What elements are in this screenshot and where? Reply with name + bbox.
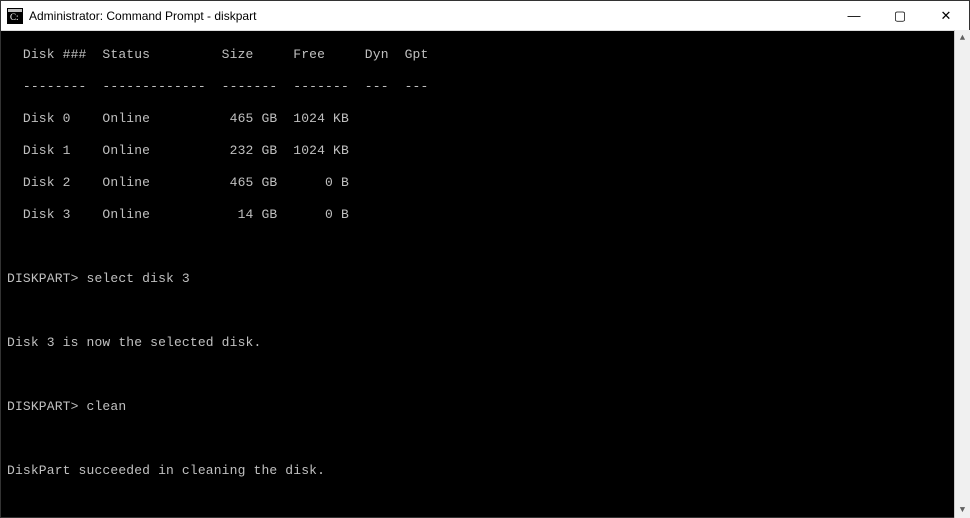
prompt: DISKPART>	[7, 271, 87, 286]
cmd-icon: C:	[7, 8, 23, 24]
maximize-button[interactable]: ▢	[877, 1, 923, 30]
scroll-down-icon[interactable]: ▼	[955, 502, 970, 518]
disk-row-1: Disk 1 Online 232 GB 1024 KB	[7, 143, 963, 159]
close-button[interactable]: ✕	[923, 1, 969, 30]
window-title: Administrator: Command Prompt - diskpart	[29, 9, 256, 23]
svg-text:C:: C:	[10, 12, 19, 22]
cmd-window: C: Administrator: Command Prompt - diskp…	[0, 0, 970, 518]
disk-table-header: Disk ### Status Size Free Dyn Gpt	[7, 47, 963, 63]
disk-row-2: Disk 2 Online 465 GB 0 B	[7, 175, 963, 191]
scroll-up-icon[interactable]: ▲	[955, 30, 970, 46]
titlebar[interactable]: C: Administrator: Command Prompt - diskp…	[1, 1, 969, 31]
disk-row-3: Disk 3 Online 14 GB 0 B	[7, 207, 963, 223]
cmd-select-disk: select disk 3	[87, 271, 190, 286]
output-clean: DiskPart succeeded in cleaning the disk.	[7, 463, 963, 479]
prompt: DISKPART>	[7, 399, 87, 414]
output-selected-disk: Disk 3 is now the selected disk.	[7, 335, 963, 351]
window-controls: — ▢ ✕	[831, 1, 969, 30]
terminal-output[interactable]: Disk ### Status Size Free Dyn Gpt ------…	[1, 31, 969, 517]
cmd-clean: clean	[87, 399, 127, 414]
vertical-scrollbar[interactable]: ▲ ▼	[954, 30, 970, 518]
disk-table-divider: -------- ------------- ------- ------- -…	[7, 79, 963, 95]
disk-row-0: Disk 0 Online 465 GB 1024 KB	[7, 111, 963, 127]
minimize-button[interactable]: —	[831, 1, 877, 30]
